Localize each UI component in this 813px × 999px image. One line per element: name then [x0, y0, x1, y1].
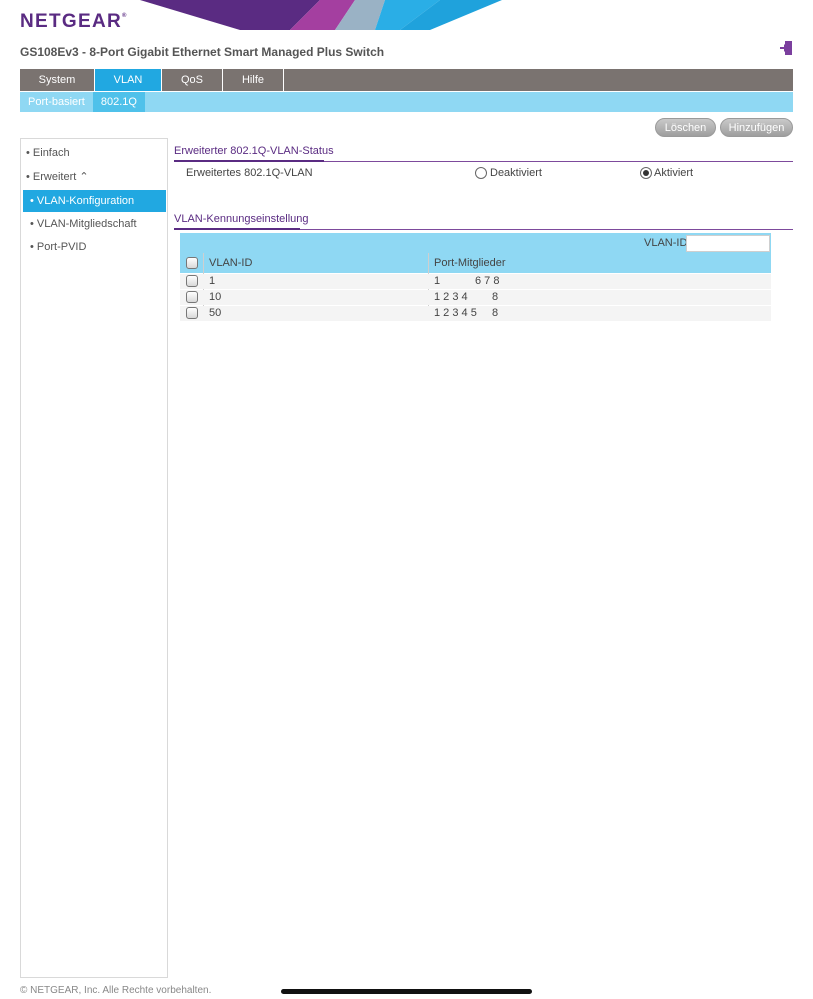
tab-system[interactable]: System — [20, 69, 95, 91]
radio-aktiviert-label: Aktiviert — [654, 167, 694, 179]
logout-icon[interactable] — [779, 40, 793, 56]
home-indicator[interactable] — [281, 989, 532, 994]
port-members-cell: 8 — [492, 291, 499, 303]
port-members-cell: 1 — [434, 275, 441, 287]
vlan-id-input-label: VLAN-ID — [644, 237, 688, 249]
delete-button[interactable]: Löschen — [655, 118, 716, 137]
status-row-label: Erweitertes 802.1Q-VLAN — [186, 167, 313, 179]
sidebar-item-vlan-konfiguration[interactable]: • VLAN-Konfiguration — [23, 190, 166, 212]
netgear-logo: NETGEAR® — [20, 11, 128, 32]
sidebar: • Einfach • Erweitert ⌃ • VLAN-Konfigura… — [20, 138, 168, 978]
radio-aktiviert[interactable] — [640, 167, 652, 179]
radio-deaktiviert[interactable] — [475, 167, 487, 179]
tab-hilfe[interactable]: Hilfe — [223, 69, 284, 91]
radio-deaktiviert-label: Deaktiviert — [490, 167, 542, 179]
tab-qos[interactable]: QoS — [162, 69, 223, 91]
id-section-title: VLAN-Kennungseinstellung — [174, 213, 309, 225]
status-section-title: Erweiterter 802.1Q-VLAN-Status — [174, 145, 334, 157]
vlan-id-cell: 50 — [209, 307, 222, 319]
port-members-cell: 1 2 3 4 — [434, 291, 468, 303]
vlan-id-cell: 1 — [209, 275, 216, 287]
tab-vlan[interactable]: VLAN — [95, 69, 162, 91]
port-members-cell: 8 — [492, 307, 499, 319]
port-members-cell: 6 7 8 — [475, 275, 500, 287]
row-checkbox[interactable] — [186, 307, 198, 319]
column-header-vlan-id: VLAN-ID — [209, 257, 253, 269]
row-checkbox[interactable] — [186, 291, 198, 303]
main-nav: System VLAN QoS Hilfe — [20, 69, 793, 91]
row-checkbox[interactable] — [186, 275, 198, 287]
vlan-id-input[interactable] — [686, 235, 770, 252]
table-row — [180, 290, 771, 305]
column-header-port-mitglieder: Port-Mitglieder — [434, 257, 506, 269]
copyright-footer: © NETGEAR, Inc. Alle Rechte vorbehalten. — [20, 985, 212, 996]
subtab-8021q[interactable]: 802.1Q — [92, 92, 145, 112]
sidebar-item-vlan-mitgliedschaft[interactable]: • VLAN-Mitgliedschaft — [21, 213, 167, 235]
sidebar-item-einfach[interactable]: • Einfach — [21, 142, 167, 164]
sidebar-item-port-pvid[interactable]: • Port-PVID — [21, 236, 167, 258]
header-banner-graphic — [140, 0, 502, 30]
port-members-cell: 1 2 3 4 5 — [434, 307, 477, 319]
subtab-port-basiert[interactable]: Port-basiert — [20, 92, 93, 112]
select-all-checkbox[interactable] — [186, 257, 198, 269]
id-section-underline — [174, 228, 300, 230]
sidebar-item-erweitert[interactable]: • Erweitert ⌃ — [21, 166, 167, 188]
status-section-underline — [174, 160, 324, 162]
header: NETGEAR® GS108Ev3 - 8-Port Gigabit Ether… — [0, 0, 813, 65]
add-button[interactable]: Hinzufügen — [720, 118, 793, 137]
device-title: GS108Ev3 - 8-Port Gigabit Ethernet Smart… — [20, 45, 385, 59]
sub-nav: Port-basiert 802.1Q — [20, 92, 793, 112]
vlan-id-cell: 10 — [209, 291, 222, 303]
